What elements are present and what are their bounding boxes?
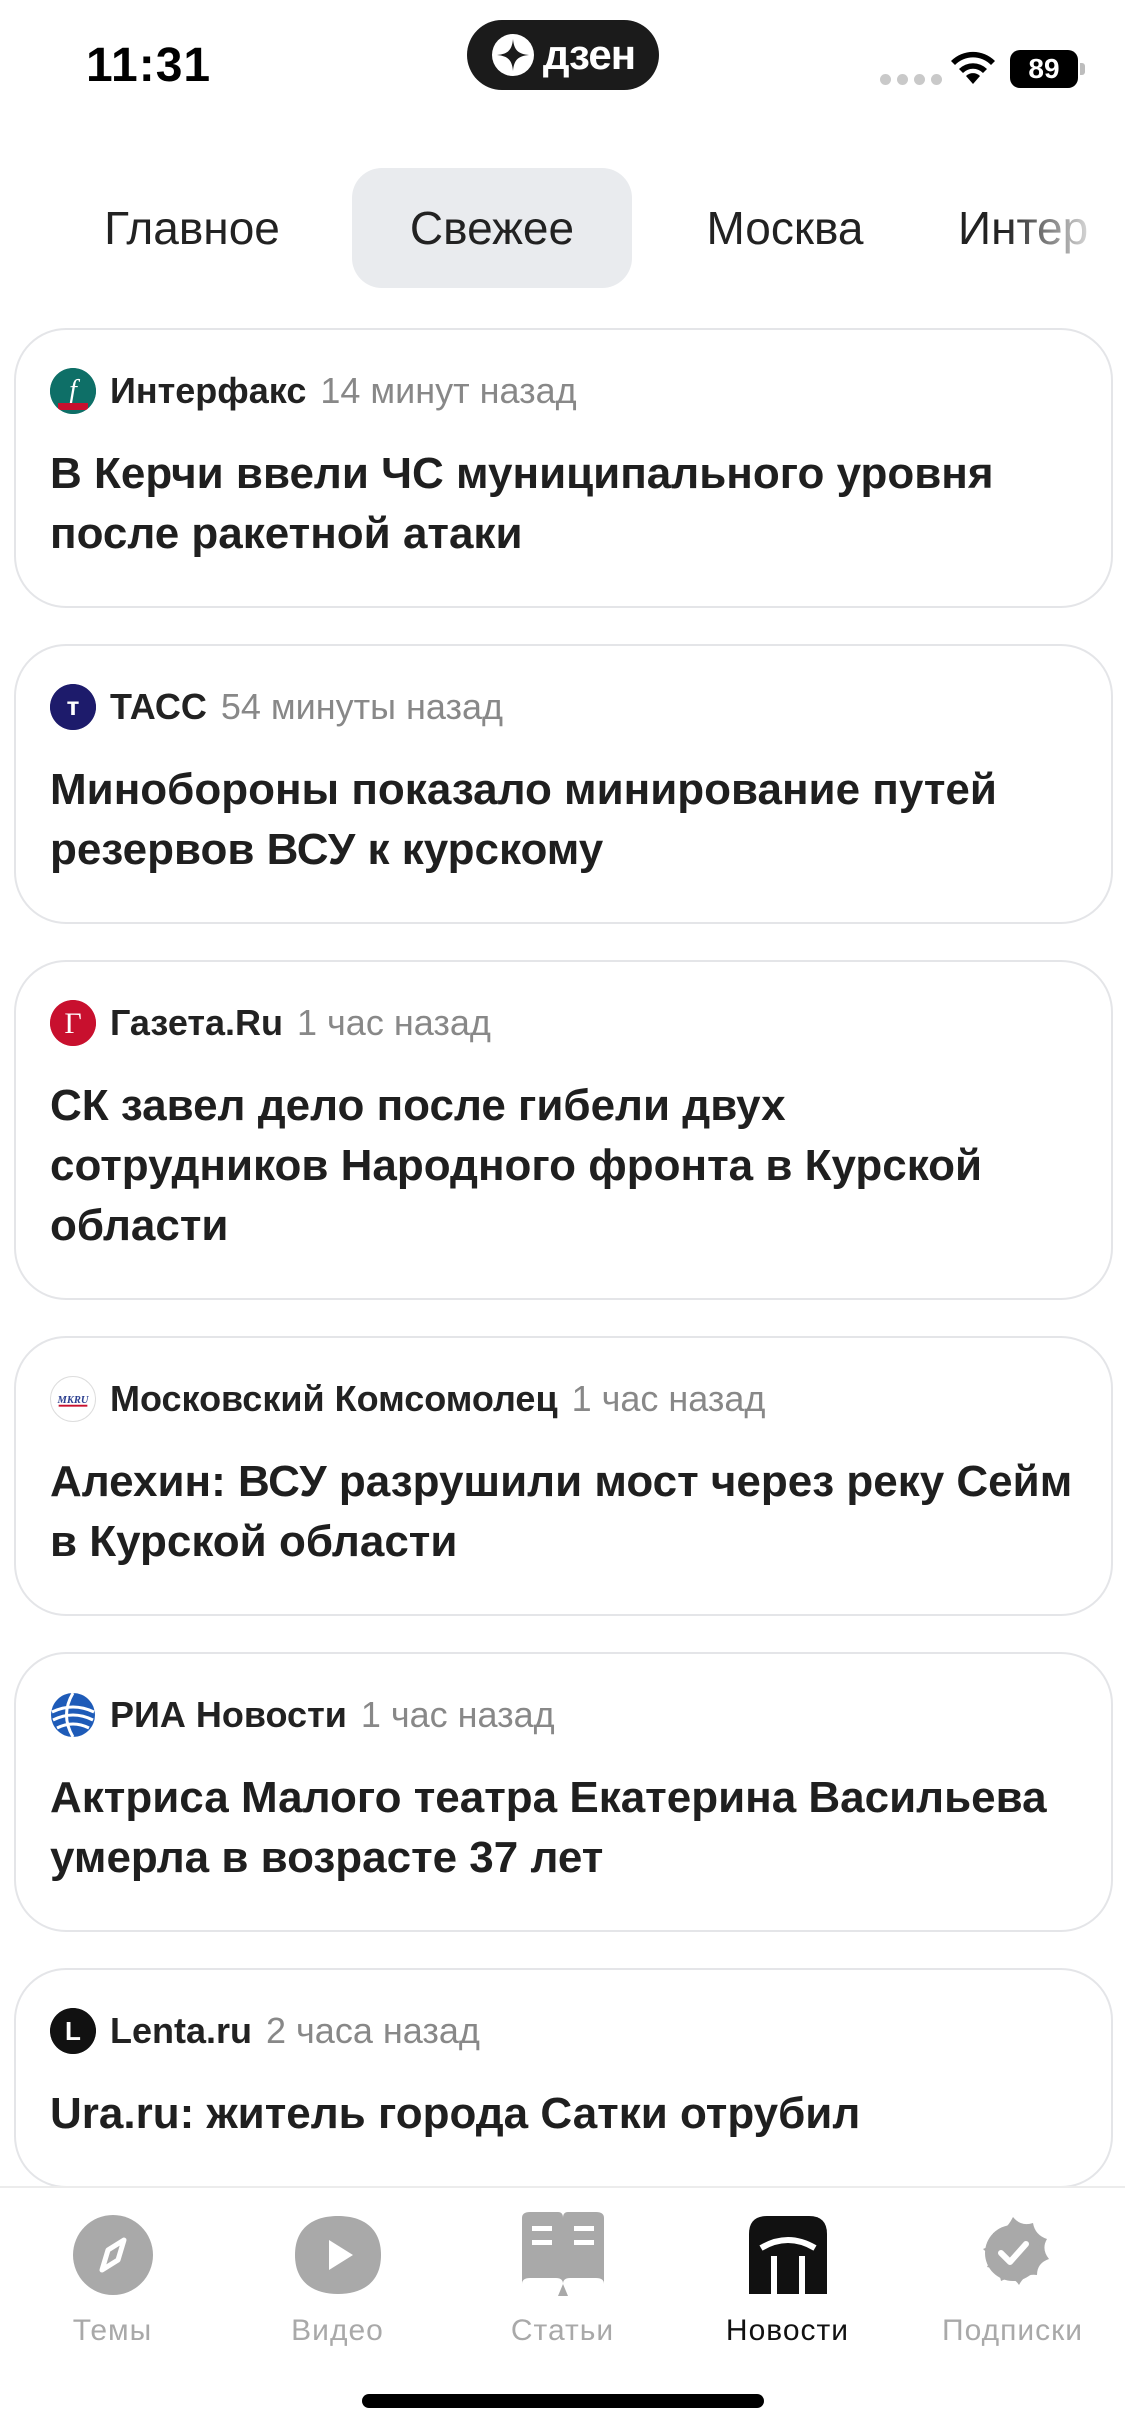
card-header: Г Газета.Ru 1 час назад [50, 998, 1075, 1048]
news-icon [743, 2210, 833, 2300]
status-bar: 11:31 дзен 89 [0, 0, 1125, 130]
source-name[interactable]: Московский Комсомолец [110, 1378, 558, 1420]
card-header: MKRU Московский Комсомолец 1 час назад [50, 1374, 1075, 1424]
source-name[interactable]: ТАСС [110, 686, 207, 728]
compass-icon [68, 2210, 158, 2300]
publish-time: 1 час назад [360, 1694, 555, 1735]
nav-label: Статьи [510, 2314, 615, 2347]
mk-logo-text: MKRU [57, 1395, 90, 1406]
news-card[interactable]: L Lenta.ru 2 часа назад Ura.ru: житель г… [14, 1968, 1113, 2188]
news-title[interactable]: Актриса Малого театра Екатерина Васильев… [50, 1768, 1075, 1888]
card-header: f Интерфакс 14 минут назад [50, 366, 1075, 416]
interfax-logo-icon: f [50, 368, 96, 414]
card-header: т ТАСС 54 минуты назад [50, 682, 1075, 732]
nav-label: Подписки [942, 2314, 1083, 2347]
home-indicator[interactable] [362, 2394, 764, 2408]
dzen-badge-label: дзен [542, 31, 636, 78]
tab-main[interactable]: Главное [56, 168, 328, 288]
news-title[interactable]: СК завел дело после гибели двух сотрудни… [50, 1076, 1075, 1256]
nav-label: Новости [725, 2314, 850, 2347]
dzen-badge[interactable]: дзен [467, 20, 659, 90]
publish-time: 14 минут назад [320, 370, 577, 411]
publish-time: 2 часа назад [266, 2010, 480, 2051]
book-icon [518, 2210, 608, 2300]
source-name[interactable]: Lenta.ru [110, 2010, 252, 2052]
status-time: 11:31 [86, 39, 212, 92]
mk-logo-icon: MKRU [50, 1376, 96, 1422]
nav-item-video[interactable]: Видео [225, 2210, 450, 2360]
news-feed: f Интерфакс 14 минут назад В Керчи ввели… [14, 328, 1113, 2224]
news-title[interactable]: Алехин: ВСУ разрушили мост через реку Се… [50, 1452, 1075, 1572]
nav-item-subscriptions[interactable]: Подписки [900, 2210, 1125, 2360]
dzen-star-icon [491, 34, 534, 76]
gazeta-logo-letter: Г [64, 1007, 81, 1040]
news-card[interactable]: Г Газета.Ru 1 час назад СК завел дело по… [14, 960, 1113, 1300]
source-name[interactable]: Газета.Ru [110, 1002, 283, 1044]
publish-time: 1 час назад [297, 1002, 491, 1043]
wifi-icon [951, 51, 995, 84]
publish-time: 1 час назад [571, 1378, 766, 1419]
tab-fresh[interactable]: Свежее [352, 168, 632, 288]
lenta-logo-icon: L [50, 2008, 96, 2054]
news-card[interactable]: РИА Новости 1 час назад Актриса Малого т… [14, 1652, 1113, 1932]
card-header: РИА Новости 1 час назад [50, 1690, 1075, 1740]
gazeta-logo-icon: Г [50, 1000, 96, 1046]
news-title[interactable]: Ura.ru: житель города Сатки отрубил [50, 2084, 1075, 2144]
nav-item-news[interactable]: Новости [675, 2210, 900, 2360]
nav-label: Видео [291, 2314, 384, 2347]
news-card[interactable]: f Интерфакс 14 минут назад В Керчи ввели… [14, 328, 1113, 608]
battery-level: 89 [1010, 50, 1078, 88]
news-card[interactable]: MKRU Московский Комсомолец 1 час назад А… [14, 1336, 1113, 1616]
tass-logo-letter: т [67, 691, 80, 721]
cellular-signal-icon [880, 74, 942, 85]
nav-item-articles[interactable]: Статьи [450, 2210, 675, 2360]
subscriptions-icon [968, 2210, 1058, 2300]
ria-logo-icon [50, 1692, 96, 1738]
publish-time: 54 минуты назад [220, 686, 504, 727]
news-title[interactable]: В Керчи ввели ЧС муниципального уровня п… [50, 444, 1075, 564]
tabs-fade [1005, 168, 1125, 288]
tab-moscow[interactable]: Москва [660, 168, 910, 288]
tass-logo-icon: т [50, 684, 96, 730]
source-name[interactable]: Интерфакс [110, 370, 306, 412]
battery-icon: 89 [1010, 50, 1086, 88]
card-header: L Lenta.ru 2 часа назад [50, 2006, 1075, 2056]
play-icon [293, 2210, 383, 2300]
news-title[interactable]: Минобороны показало минирование путей ре… [50, 760, 1075, 880]
nav-label: Темы [72, 2314, 153, 2347]
category-tabs: Главное Свежее Москва Интер [0, 168, 1125, 288]
nav-item-topics[interactable]: Темы [0, 2210, 225, 2360]
source-name[interactable]: РИА Новости [110, 1694, 347, 1736]
lenta-logo-letter: L [65, 2016, 81, 2046]
screen: 11:31 дзен 89 Главное Свежее Москва Инте… [0, 0, 1125, 2436]
news-card[interactable]: т ТАСС 54 минуты назад Минобороны показа… [14, 644, 1113, 924]
